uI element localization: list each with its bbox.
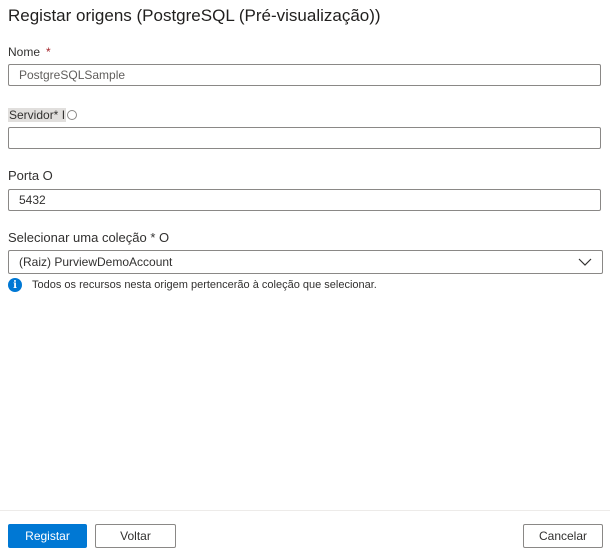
info-icon: i [8, 278, 22, 292]
server-info-icon[interactable] [67, 109, 78, 120]
name-label-row: Nome * [8, 45, 51, 59]
name-label: Nome [8, 45, 41, 59]
collection-selected-value: (Raiz) PurviewDemoAccount [19, 255, 173, 269]
chevron-down-icon [578, 258, 592, 266]
collection-info-row: i Todos os recursos nesta origem pertenc… [8, 277, 377, 293]
required-asterisk: * [46, 45, 51, 59]
server-label: Servidor* I [8, 108, 67, 122]
footer-divider [0, 510, 610, 511]
cancel-button[interactable]: Cancelar [523, 524, 603, 548]
port-input[interactable]: 5432 [8, 189, 601, 211]
dialog-title: Registar origens (PostgreSQL (Pré-visual… [8, 6, 381, 25]
server-input[interactable] [8, 127, 601, 149]
name-input[interactable]: PostgreSQLSample [8, 64, 601, 86]
back-button[interactable]: Voltar [95, 524, 176, 548]
collection-label: Selecionar uma coleção * O [8, 230, 170, 245]
port-label: Porta O [8, 168, 53, 183]
register-button[interactable]: Registar [8, 524, 87, 548]
server-label-row: Servidor* I [8, 108, 78, 122]
collection-select[interactable]: (Raiz) PurviewDemoAccount [8, 250, 603, 274]
collection-info-text: Todos os recursos nesta origem pertencer… [32, 279, 377, 291]
